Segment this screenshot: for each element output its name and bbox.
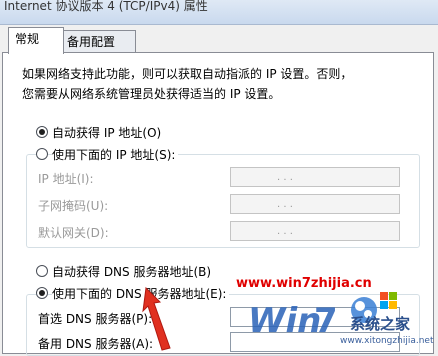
ip-address-label: IP 地址(I): <box>38 172 94 186</box>
pointer-arrow-icon <box>142 286 171 351</box>
default-gateway-value: . . . <box>277 226 293 237</box>
subnet-mask-label: 子网掩码(U): <box>38 199 109 213</box>
default-gateway-label: 默认网关(D): <box>38 226 109 240</box>
window-title: Internet 协议版本 4 (TCP/IPv4) 属性 <box>4 0 208 13</box>
subnet-mask-field[interactable]: . . . <box>230 194 400 214</box>
radio-manual-ip-label[interactable]: 使用下面的 IP 地址(S): <box>52 146 179 163</box>
ip-address-value: . . . <box>277 172 293 183</box>
ip-address-field[interactable]: . . . <box>230 167 400 187</box>
tab-alternate-config-label: 备用配置 <box>67 35 116 49</box>
subnet-mask-value: . . . <box>277 199 293 210</box>
radio-auto-ip-label[interactable]: 自动获得 IP 地址(O) <box>52 124 161 141</box>
radio-auto-dns[interactable] <box>36 265 48 277</box>
preferred-dns-label: 首选 DNS 服务器(P): <box>38 312 153 326</box>
description-text: 如果网络支持此功能，则可以获取自动指派的 IP 设置。否则， 您需要从网络系统管… <box>22 64 412 104</box>
watermark-brand: 系统之家 <box>350 315 411 333</box>
radio-manual-ip[interactable] <box>36 148 48 160</box>
tab-general-label: 常规 <box>15 32 40 46</box>
radio-auto-ip[interactable] <box>36 126 48 138</box>
radio-auto-dns-label[interactable]: 自动获得 DNS 服务器地址(B) <box>52 263 211 280</box>
default-gateway-field[interactable]: . . . <box>230 221 400 241</box>
description-line-1: 如果网络支持此功能，则可以获取自动指派的 IP 设置。否则， <box>22 67 353 81</box>
tab-alternate-config[interactable]: 备用配置 <box>60 30 136 53</box>
title-bar: Internet 协议版本 4 (TCP/IPv4) 属性 <box>0 0 438 25</box>
radio-manual-dns[interactable] <box>36 287 48 299</box>
svg-text:7: 7 <box>314 301 338 341</box>
description-line-2: 您需要从网络系统管理员处获得适当的 IP 设置。 <box>22 87 281 101</box>
tab-general[interactable]: 常规 <box>8 27 64 54</box>
watermark-site: www.xitongzhijia.net <box>340 336 434 346</box>
svg-text:Win: Win <box>248 301 321 341</box>
alternate-dns-label: 备用 DNS 服务器(A): <box>38 337 154 351</box>
